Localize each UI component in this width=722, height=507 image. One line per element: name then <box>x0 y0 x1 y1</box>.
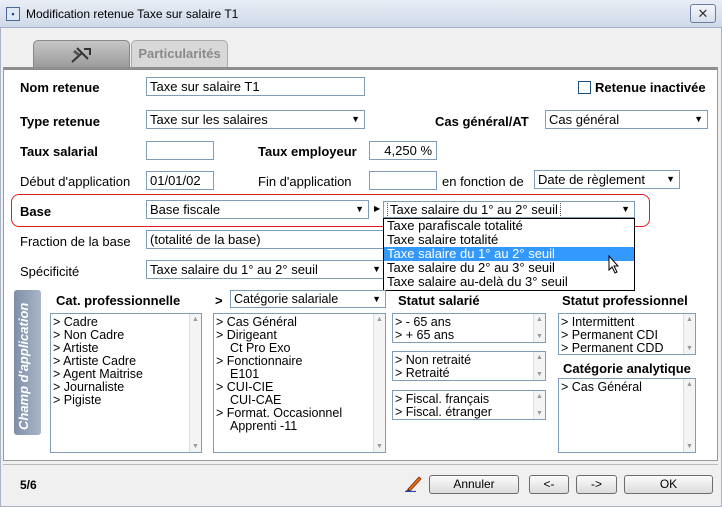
taux-salarial-label: Taux salarial <box>20 144 98 159</box>
scrollbar[interactable]: ▲ ▼ <box>189 314 201 452</box>
arrow-right-icon: ▶ <box>374 204 381 213</box>
cat-sal-value: Catégorie salariale <box>234 292 339 306</box>
type-retenue-value: Taxe sur les salaires <box>150 112 268 127</box>
list-item[interactable]: Apprenti -11 <box>216 420 342 433</box>
seuil-dropdown-list[interactable]: Taxe parafiscale totalité Taxe salaire t… <box>383 218 635 291</box>
specificite-label: Spécificité <box>20 264 80 279</box>
cat-analytique-list[interactable]: > Cas Général ▲ ▼ <box>558 378 696 453</box>
debut-application-input[interactable]: 01/01/02 <box>146 171 214 190</box>
statut-age-list[interactable]: > - 65 ans > + 65 ans ▲ ▼ <box>392 313 546 343</box>
cas-general-select[interactable]: Cas général ▼ <box>545 110 708 129</box>
en-fonction-value: Date de règlement <box>538 172 645 187</box>
scrollbar[interactable]: ▲ ▼ <box>373 314 385 452</box>
chevron-down-icon: ▼ <box>372 264 381 274</box>
dropdown-item[interactable]: Taxe salaire au-delà du 3° seuil <box>384 275 634 289</box>
chevron-down-icon: ▼ <box>621 204 630 214</box>
taux-employeur-label: Taux employeur <box>258 144 357 159</box>
previous-button[interactable]: <- <box>529 475 569 494</box>
champ-application-banner: Champ d'application <box>14 290 41 435</box>
en-fonction-label: en fonction de <box>442 174 524 189</box>
statut-pro-label: Statut professionnel <box>562 293 688 308</box>
statut-pro-list[interactable]: > Intermittent > Permanent CDI > Permane… <box>558 313 696 355</box>
tab-particularites[interactable]: Particularités <box>131 40 228 67</box>
fin-application-input[interactable] <box>369 171 437 190</box>
dropdown-item[interactable]: Taxe salaire totalité <box>384 233 634 247</box>
dropdown-item[interactable]: Taxe parafiscale totalité <box>384 219 634 233</box>
chevron-down-icon: ▼ <box>666 174 675 184</box>
list-item[interactable]: > Cas Général <box>561 381 642 394</box>
list-item[interactable]: > Pigiste <box>53 394 143 407</box>
scrollbar[interactable]: ▲ ▼ <box>533 391 545 419</box>
list-item[interactable]: > Retraité <box>395 367 471 380</box>
base-select[interactable]: Base fiscale ▼ <box>146 200 369 219</box>
specificite-select[interactable]: Taxe salaire du 1° au 2° seuil ▼ <box>146 260 386 279</box>
debut-application-label: Début d'application <box>20 174 131 189</box>
scrollbar[interactable]: ▲ ▼ <box>683 379 695 452</box>
retenue-inactivee-checkbox[interactable] <box>578 81 591 94</box>
cat-analytique-label: Catégorie analytique <box>563 361 691 376</box>
fraction-base-select[interactable]: (totalité de la base) <box>146 230 386 249</box>
base-value: Base fiscale <box>150 202 221 217</box>
chevron-down-icon: ▼ <box>355 204 364 214</box>
fraction-base-value: (totalité de la base) <box>150 232 261 247</box>
cas-general-value: Cas général <box>549 112 620 127</box>
scrollbar[interactable]: ▲ ▼ <box>533 352 545 380</box>
retenue-inactivee-label: Retenue inactivée <box>595 80 706 95</box>
cat-sal-list[interactable]: > Cas Général > Dirigeant Ct Pro Exo > F… <box>213 313 386 453</box>
statut-salarie-label: Statut salarié <box>398 293 480 308</box>
window-title: Modification retenue Taxe sur salaire T1 <box>26 7 239 21</box>
tab-general[interactable] <box>33 40 130 68</box>
taux-employeur-input[interactable]: 4,250 % <box>369 141 437 160</box>
nom-retenue-label: Nom retenue <box>20 80 100 95</box>
nom-retenue-input[interactable]: Taxe sur salaire T1 <box>146 77 365 96</box>
close-button[interactable]: ✕ <box>690 4 716 23</box>
list-item[interactable]: > Permanent CDD <box>561 342 663 355</box>
fraction-base-label: Fraction de la base <box>20 234 131 249</box>
dropdown-item[interactable]: Taxe salaire du 2° au 3° seuil <box>384 261 634 275</box>
page-indicator: 5/6 <box>20 478 37 492</box>
list-item[interactable]: > Fiscal. étranger <box>395 406 492 419</box>
base-label: Base <box>20 204 52 219</box>
chevron-down-icon: ▼ <box>694 114 703 124</box>
cat-sal-select[interactable]: Catégorie salariale ▼ <box>230 290 386 308</box>
seuil-select[interactable]: Taxe salaire du 1° au 2° seuil ▼ <box>383 201 635 218</box>
cat-pro-label: Cat. professionnelle <box>56 293 181 308</box>
type-retenue-select[interactable]: Taxe sur les salaires ▼ <box>146 110 365 129</box>
champ-application-label: Champ d'application <box>16 302 31 430</box>
mouse-pointer-icon <box>608 255 620 274</box>
dropdown-item-selected[interactable]: Taxe salaire du 1° au 2° seuil <box>384 247 634 261</box>
next-button[interactable]: -> <box>576 475 617 494</box>
cas-general-label: Cas général/AT <box>435 114 529 129</box>
chevron-down-icon: ▼ <box>351 114 360 124</box>
cat-sal-arrow: > <box>215 293 223 308</box>
pencil-icon[interactable] <box>404 474 424 492</box>
statut-retraite-list[interactable]: > Non retraité > Retraité ▲ ▼ <box>392 351 546 381</box>
taux-salarial-input[interactable] <box>146 141 214 160</box>
fin-application-label: Fin d'application <box>258 174 352 189</box>
cat-pro-list[interactable]: > Cadre > Non Cadre > Artiste > Artiste … <box>50 313 202 453</box>
scrollbar[interactable]: ▲ ▼ <box>533 314 545 342</box>
specificite-value: Taxe salaire du 1° au 2° seuil <box>150 262 318 277</box>
seuil-value: Taxe salaire du 1° au 2° seuil <box>387 202 561 217</box>
statut-fiscal-list[interactable]: > Fiscal. français > Fiscal. étranger ▲ ▼ <box>392 390 546 420</box>
app-icon: ▪ <box>6 7 20 21</box>
chevron-down-icon: ▼ <box>372 294 381 304</box>
type-retenue-label: Type retenue <box>20 114 100 129</box>
en-fonction-select[interactable]: Date de règlement ▼ <box>534 170 680 189</box>
scrollbar[interactable]: ▲ ▼ <box>683 314 695 354</box>
list-item[interactable]: > + 65 ans <box>395 329 454 342</box>
annuler-button[interactable]: Annuler <box>429 475 519 494</box>
ok-button[interactable]: OK <box>624 475 713 494</box>
tool-icon <box>71 47 91 63</box>
